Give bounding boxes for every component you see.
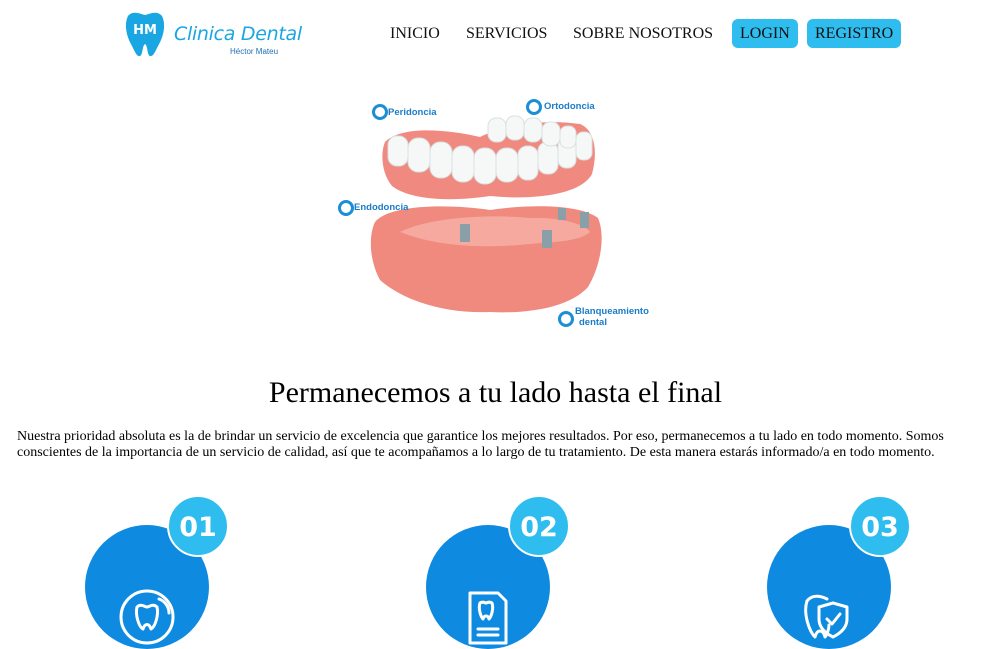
endodoncia-marker — [338, 200, 354, 216]
main-nav: INICIO SERVICIOS SOBRE NOSOTROS LOGIN RE… — [0, 19, 991, 49]
login-button[interactable]: LOGIN — [732, 19, 798, 48]
step-card-02: 02 — [426, 495, 586, 649]
ortodoncia-marker — [526, 99, 542, 115]
step-number: 01 — [167, 495, 229, 557]
nav-sobre-nosotros[interactable]: SOBRE NOSOTROS — [573, 25, 713, 43]
step-card-03: 03 — [767, 495, 927, 649]
step-number: 02 — [508, 495, 570, 557]
label-blanqueamiento: Blanqueamiento — [575, 306, 649, 317]
denture-illustration: Peridoncia Ortodoncia Endodoncia Blanque… — [330, 92, 670, 337]
tooth-shield-icon — [804, 594, 849, 639]
step-number: 03 — [849, 495, 911, 557]
blanqueamiento-marker — [558, 311, 574, 327]
nav-inicio[interactable]: INICIO — [390, 25, 440, 43]
label-ortodoncia: Ortodoncia — [544, 101, 595, 112]
tooth-document-icon — [468, 591, 508, 645]
nav-servicios[interactable]: SERVICIOS — [466, 25, 547, 43]
label-endodoncia: Endodoncia — [354, 202, 409, 213]
label-peridoncia: Peridoncia — [388, 107, 437, 118]
section-title: Permanecemos a tu lado hasta el final — [268, 376, 723, 409]
registro-button[interactable]: REGISTRO — [807, 19, 902, 48]
section-body: Nuestra prioridad absoluta es la de brin… — [17, 429, 944, 460]
peridoncia-marker — [372, 104, 388, 120]
step-card-01: 01 — [85, 495, 245, 649]
tooth-phone-icon — [119, 589, 175, 645]
site-header: HM Clinica Dental Héctor Mateu INICIO SE… — [0, 0, 991, 70]
label-blanqueamiento-dental: dental — [579, 317, 607, 328]
denture-image — [370, 115, 602, 313]
